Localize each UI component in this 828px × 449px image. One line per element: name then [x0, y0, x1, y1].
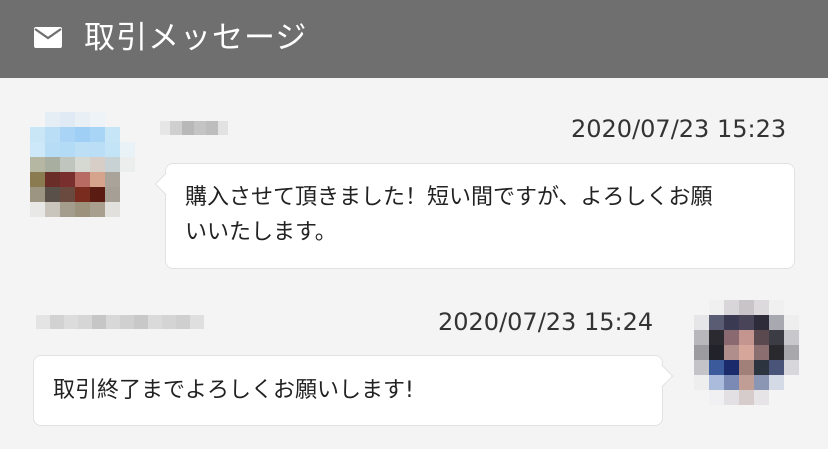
bubble-tail	[154, 172, 178, 196]
page-title: 取引メッセージ	[84, 20, 308, 56]
message-bubble: 購入させて頂きました！短い間ですが、よろしくお願 いいたします。	[154, 163, 795, 269]
mail-icon	[34, 27, 62, 48]
sender-name-blurred	[160, 121, 228, 135]
message-timestamp: 2020/07/23 15:24	[438, 308, 654, 336]
header-bar: 取引メッセージ	[0, 0, 828, 78]
sender-name-blurred	[36, 315, 204, 329]
message-bubble: 取引終了までよろしくお願いします!	[33, 355, 674, 426]
avatar[interactable]	[30, 112, 135, 217]
message-text: 購入させて頂きました！短い間ですが、よろしくお願 いいたします。	[185, 185, 713, 245]
message-timestamp: 2020/07/23 15:23	[571, 115, 787, 143]
message-text: 取引終了までよろしくお願いします!	[53, 378, 414, 403]
avatar[interactable]	[694, 300, 799, 405]
